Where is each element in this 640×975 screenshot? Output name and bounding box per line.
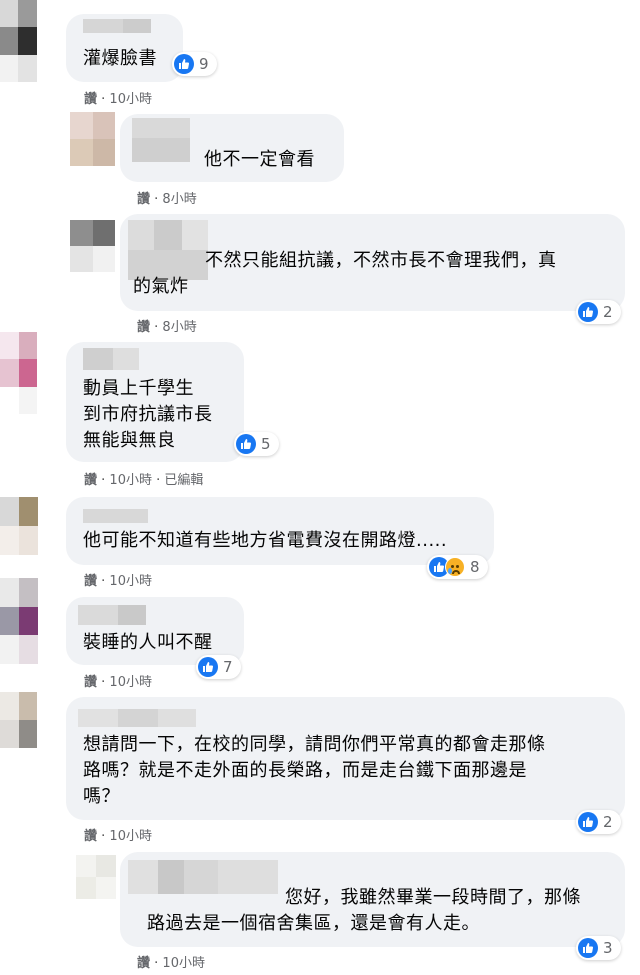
comment-meta: 讚 · 10小時 <box>137 956 205 971</box>
author-name[interactable] <box>83 19 151 33</box>
avatar[interactable] <box>70 220 115 272</box>
author-name[interactable] <box>78 605 146 625</box>
comment-text: 動員上千學生 到市府抗議市長 無能與無良 <box>83 378 213 451</box>
like-icon <box>578 302 598 322</box>
like-icon <box>174 54 194 74</box>
author-name[interactable] <box>132 118 190 162</box>
comment-meta: 讚 · 8小時 <box>137 320 197 335</box>
timestamp[interactable]: 10小時 <box>109 574 152 589</box>
comment-bubble: 他不一定會看 <box>120 114 344 182</box>
comment-meta: 讚 · 8小時 <box>137 192 197 207</box>
like-link[interactable]: 讚 <box>84 574 97 589</box>
like-link[interactable]: 讚 <box>137 192 150 207</box>
comment-text: 灌爆臉書 <box>83 48 157 69</box>
reaction-number: 8 <box>470 558 480 576</box>
reaction-count[interactable]: 9 <box>172 52 217 76</box>
avatar[interactable] <box>70 112 115 166</box>
reaction-number: 2 <box>603 813 613 831</box>
comment-meta: 讚 · 10小時 <box>84 829 152 844</box>
reaction-number: 5 <box>261 435 271 453</box>
comment-bubble: 不然只能組抗議，不然市長不會理我們，真 的氣炸 <box>120 214 625 311</box>
like-link[interactable]: 讚 <box>137 320 150 335</box>
comment-bubble: 動員上千學生 到市府抗議市長 無能與無良 <box>66 342 244 462</box>
sad-icon <box>445 557 465 577</box>
avatar[interactable] <box>0 332 56 414</box>
like-link[interactable]: 讚 <box>84 829 97 844</box>
avatar[interactable] <box>0 692 56 748</box>
author-name[interactable] <box>83 509 148 523</box>
comment-bubble: 您好，我雖然畢業一段時間了，那條 路過去是一個宿舍集區，還是會有人走。 <box>120 852 625 947</box>
reaction-number: 9 <box>199 55 209 73</box>
reaction-number: 7 <box>223 658 233 676</box>
reaction-count[interactable]: 5 <box>234 432 279 456</box>
reaction-count[interactable]: 8 <box>427 555 488 579</box>
timestamp[interactable]: 10小時 <box>162 956 205 971</box>
comment-text: 他可能不知道有些地方省電費沒在開路燈..... <box>83 530 448 551</box>
avatar[interactable] <box>0 578 57 664</box>
reaction-count[interactable]: 3 <box>576 936 621 960</box>
comment-meta: 讚 · 10小時 <box>84 92 152 107</box>
comment-text: 不然只能組抗議，不然市長不會理我們，真 的氣炸 <box>133 250 557 297</box>
avatar[interactable] <box>0 497 57 555</box>
comment-meta: 讚 · 10小時 · 已編輯 <box>84 473 204 488</box>
timestamp[interactable]: 10小時 <box>109 92 152 107</box>
timestamp[interactable]: 10小時 <box>109 473 152 488</box>
comment-meta: 讚 · 10小時 <box>84 574 152 589</box>
reaction-number: 3 <box>603 939 613 957</box>
avatar[interactable] <box>0 0 55 82</box>
comment-text: 您好，我雖然畢業一段時間了，那條 路過去是一個宿舍集區，還是會有人走。 <box>147 887 581 934</box>
comment-bubble: 灌爆臉書 <box>66 14 183 82</box>
reaction-count[interactable]: 2 <box>576 810 621 834</box>
edited-label[interactable]: 已編輯 <box>164 473 203 488</box>
author-name[interactable] <box>78 709 196 727</box>
author-name[interactable] <box>83 348 139 370</box>
avatar[interactable] <box>76 855 116 899</box>
reaction-count[interactable]: 7 <box>196 655 241 679</box>
like-link[interactable]: 讚 <box>84 92 97 107</box>
comment-text: 他不一定會看 <box>204 149 315 170</box>
reaction-number: 2 <box>603 303 613 321</box>
like-link[interactable]: 讚 <box>84 675 97 690</box>
comment-bubble: 他可能不知道有些地方省電費沒在開路燈..... <box>66 497 494 565</box>
like-link[interactable]: 讚 <box>84 473 97 488</box>
comment-text: 想請問一下，在校的同學，請問你們平常真的都會走那條 路嗎？就是不走外面的長榮路，… <box>83 734 546 807</box>
timestamp[interactable]: 10小時 <box>109 829 152 844</box>
comment-text: 裝睡的人叫不醒 <box>83 632 213 653</box>
comment-bubble: 想請問一下，在校的同學，請問你們平常真的都會走那條 路嗎？就是不走外面的長榮路，… <box>66 697 625 820</box>
like-icon <box>198 657 218 677</box>
reaction-count[interactable]: 2 <box>576 300 621 324</box>
like-icon <box>578 812 598 832</box>
like-link[interactable]: 讚 <box>137 956 150 971</box>
timestamp[interactable]: 10小時 <box>109 675 152 690</box>
comment-meta: 讚 · 10小時 <box>84 675 152 690</box>
like-icon <box>578 938 598 958</box>
timestamp[interactable]: 8小時 <box>162 192 196 207</box>
like-icon <box>236 434 256 454</box>
timestamp[interactable]: 8小時 <box>162 320 196 335</box>
